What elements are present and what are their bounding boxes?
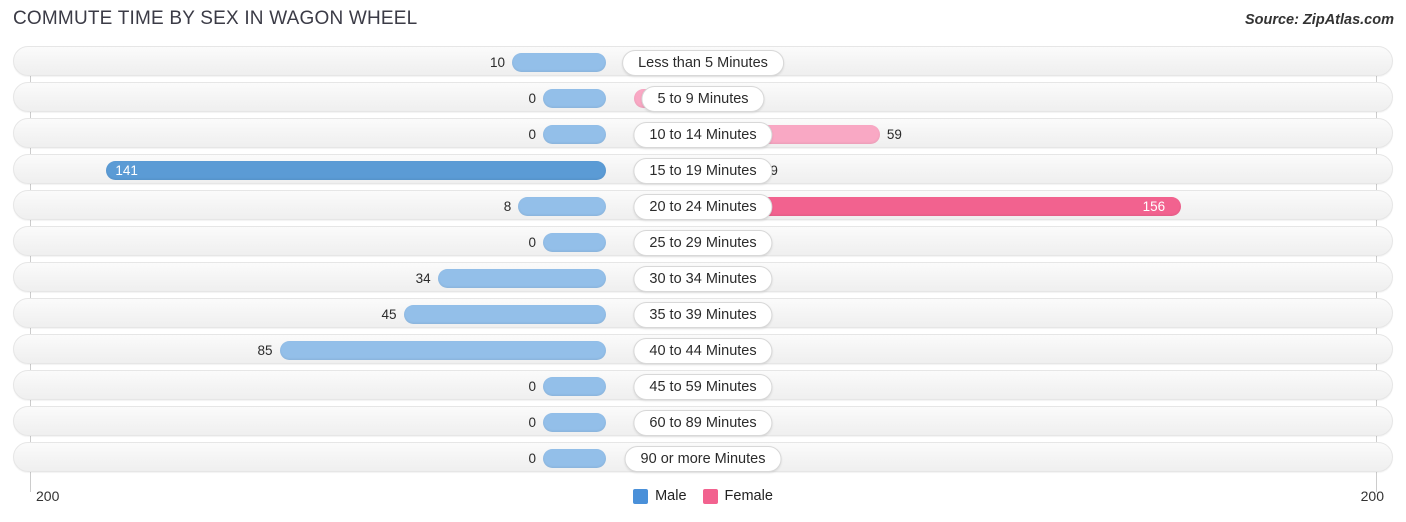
category-label: 20 to 24 Minutes xyxy=(633,194,773,220)
table-row[interactable]: 0 59 10 to 14 Minutes xyxy=(13,118,1393,148)
table-row[interactable]: 34030 to 34 Minutes xyxy=(13,262,1393,292)
table-row[interactable]: 100Less than 5 Minutes xyxy=(13,46,1393,76)
value-label-male: 85 xyxy=(257,343,273,358)
value-label-male: 0 xyxy=(528,127,536,142)
table-row[interactable]: 0060 to 89 Minutes xyxy=(13,406,1393,436)
table-row[interactable]: 0045 to 59 Minutes xyxy=(13,370,1393,400)
category-label: 35 to 39 Minutes xyxy=(633,302,773,328)
page-title: COMMUTE TIME BY SEX IN WAGON WHEEL xyxy=(13,8,418,29)
category-label: 60 to 89 Minutes xyxy=(633,410,773,436)
bar-male[interactable] xyxy=(543,89,606,108)
table-row[interactable]: 0090 or more Minutes xyxy=(13,442,1393,472)
value-label-male: 0 xyxy=(528,415,536,430)
category-label: 10 to 14 Minutes xyxy=(633,122,773,148)
category-label: 25 to 29 Minutes xyxy=(633,230,773,256)
value-label-male: 0 xyxy=(528,379,536,394)
value-label-male: 8 xyxy=(503,199,512,214)
chart-footer: 200 200 Male Female xyxy=(0,484,1406,522)
legend-swatch-male-icon xyxy=(633,488,649,504)
value-label-male: 10 xyxy=(489,55,505,70)
legend-item-female[interactable]: Female xyxy=(702,488,773,504)
category-label: 90 or more Minutes xyxy=(624,446,782,472)
value-label-female: 156 xyxy=(1142,199,1166,214)
category-label: 40 to 44 Minutes xyxy=(633,338,773,364)
value-label-male: 45 xyxy=(381,307,397,322)
value-label-male: 0 xyxy=(528,451,536,466)
bar-male[interactable] xyxy=(403,305,606,324)
bar-male[interactable] xyxy=(279,341,606,360)
legend-label-male: Male xyxy=(655,488,687,504)
legend-swatch-female-icon xyxy=(702,488,718,504)
table-row[interactable]: 0025 to 29 Minutes xyxy=(13,226,1393,256)
table-row[interactable]: 8 156 20 to 24 Minutes xyxy=(13,190,1393,220)
value-label-male: 0 xyxy=(528,235,536,250)
source-attribution: Source: ZipAtlas.com xyxy=(1244,12,1394,28)
bar-male[interactable] xyxy=(437,269,606,288)
value-label-male: 34 xyxy=(415,271,431,286)
bar-male[interactable] xyxy=(543,233,606,252)
bar-male[interactable] xyxy=(543,413,606,432)
legend-item-male[interactable]: Male xyxy=(633,488,687,504)
value-label-female: 59 xyxy=(886,127,902,142)
bar-male[interactable] xyxy=(543,449,606,468)
chart-plot-area: 100Less than 5 Minutes0135 to 9 Minutes0… xyxy=(0,46,1406,492)
category-label: 30 to 34 Minutes xyxy=(633,266,773,292)
category-label: 45 to 59 Minutes xyxy=(633,374,773,400)
chart-legend: Male Female xyxy=(0,488,1406,504)
value-label-male: 0 xyxy=(528,91,536,106)
bar-male[interactable] xyxy=(518,197,606,216)
table-row[interactable]: 0135 to 9 Minutes xyxy=(13,82,1393,112)
category-label: 15 to 19 Minutes xyxy=(633,158,773,184)
value-label-male: 141 xyxy=(115,163,138,178)
bar-male[interactable] xyxy=(105,161,606,180)
table-row[interactable]: 85040 to 44 Minutes xyxy=(13,334,1393,364)
category-label: 5 to 9 Minutes xyxy=(641,86,765,112)
bar-male[interactable] xyxy=(543,377,606,396)
legend-label-female: Female xyxy=(724,488,773,504)
bar-male[interactable] xyxy=(543,125,606,144)
table-row[interactable]: 1411915 to 19 Minutes xyxy=(13,154,1393,184)
bar-male[interactable] xyxy=(512,53,606,72)
category-label: Less than 5 Minutes xyxy=(622,50,784,76)
table-row[interactable]: 45035 to 39 Minutes xyxy=(13,298,1393,328)
